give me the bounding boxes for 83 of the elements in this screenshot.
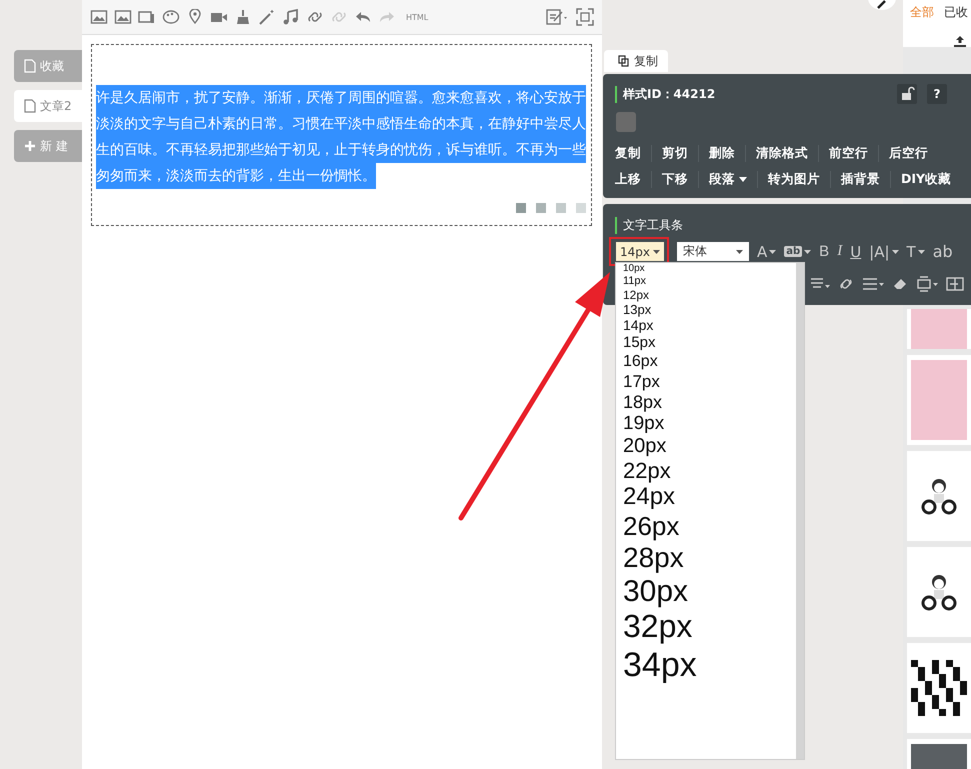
font-size-option[interactable]: 20px bbox=[623, 435, 794, 458]
eraser-icon[interactable] bbox=[892, 276, 908, 292]
caret-icon bbox=[769, 250, 776, 254]
panel-action[interactable]: 前空行 bbox=[818, 144, 878, 162]
format-button[interactable]: I bbox=[837, 243, 842, 260]
font-size-option[interactable]: 28px bbox=[623, 542, 794, 574]
panel-title: 样式ID：44212 bbox=[615, 86, 716, 102]
music-icon[interactable] bbox=[282, 9, 300, 25]
font-size-option[interactable]: 34px bbox=[623, 646, 794, 684]
format-button[interactable]: |A| bbox=[869, 242, 899, 260]
wand-icon[interactable] bbox=[258, 9, 276, 25]
panel-action[interactable]: DIY收藏 bbox=[890, 170, 962, 188]
panel-action[interactable]: 剪切 bbox=[651, 144, 698, 162]
panel-action[interactable]: 上移 bbox=[615, 170, 651, 188]
font-size-option[interactable]: 24px bbox=[623, 484, 794, 512]
edit-icon[interactable] bbox=[546, 8, 570, 26]
caret-icon bbox=[892, 250, 899, 254]
palette-icon[interactable] bbox=[162, 9, 180, 25]
image-thumbnail[interactable] bbox=[907, 355, 971, 445]
panel-action[interactable]: 转为图片 bbox=[757, 170, 830, 188]
font-size-option[interactable]: 32px bbox=[623, 609, 794, 646]
font-size-option[interactable]: 14px bbox=[623, 318, 794, 334]
lock-icon[interactable] bbox=[897, 84, 917, 104]
color-swatch[interactable] bbox=[556, 203, 566, 213]
caret-icon bbox=[804, 250, 812, 254]
sidebar-item[interactable]: 文章2 bbox=[14, 90, 82, 122]
document-icon bbox=[24, 99, 36, 113]
pencil-icon bbox=[876, 0, 888, 10]
panel-action[interactable]: 后空行 bbox=[878, 144, 938, 162]
font-size-option[interactable]: 30px bbox=[623, 574, 794, 608]
panel-action[interactable]: 复制 bbox=[615, 144, 651, 162]
scrollbar[interactable] bbox=[796, 263, 804, 759]
panel-action[interactable]: 插背景 bbox=[830, 170, 890, 188]
panel-action[interactable]: 下移 bbox=[651, 170, 698, 188]
caret-icon bbox=[918, 250, 925, 254]
qr-code-thumbnail[interactable] bbox=[907, 643, 971, 733]
font-size-option[interactable]: 18px bbox=[623, 392, 794, 412]
font-size-option[interactable]: 17px bbox=[623, 372, 794, 391]
format-button[interactable]: U bbox=[850, 242, 862, 260]
font-size-option[interactable]: 26px bbox=[623, 512, 794, 542]
font-size-option[interactable]: 19px bbox=[623, 413, 794, 434]
picture-icon[interactable] bbox=[114, 9, 132, 25]
panel-action[interactable]: 删除 bbox=[698, 144, 745, 162]
image-thumbnail[interactable] bbox=[907, 309, 971, 349]
font-size-option[interactable]: 16px bbox=[623, 352, 794, 371]
copy-tab[interactable]: 复制 bbox=[604, 50, 668, 72]
color-swatch[interactable] bbox=[536, 203, 546, 213]
color-swatch[interactable] bbox=[576, 203, 586, 213]
cartoon-thumbnail[interactable] bbox=[907, 451, 971, 541]
style-swatch[interactable] bbox=[616, 112, 636, 132]
panel-action[interactable]: 段落 bbox=[698, 170, 757, 188]
font-size-option[interactable]: 11px bbox=[623, 275, 794, 288]
format-button[interactable]: B bbox=[819, 243, 830, 260]
upload-icon[interactable] bbox=[953, 35, 967, 47]
font-size-option[interactable]: 10px bbox=[623, 263, 794, 274]
fullscreen-icon[interactable] bbox=[576, 8, 594, 26]
caret-icon bbox=[653, 250, 660, 254]
panel-title: 文字工具条 bbox=[615, 217, 683, 234]
font-size-option[interactable]: 22px bbox=[623, 458, 794, 484]
help-button[interactable]: ? bbox=[927, 84, 947, 104]
library-tab[interactable]: 已收 bbox=[944, 4, 968, 21]
cartoon-thumbnail[interactable] bbox=[907, 547, 971, 637]
plus-icon bbox=[24, 140, 36, 152]
image-icon[interactable] bbox=[90, 9, 108, 25]
brush-icon[interactable] bbox=[234, 9, 252, 25]
format-button[interactable]: T bbox=[906, 242, 925, 260]
caret-icon bbox=[739, 176, 747, 182]
format-button[interactable]: A bbox=[757, 242, 776, 260]
font-size-option[interactable]: 15px bbox=[623, 335, 794, 352]
copy-icon bbox=[616, 55, 630, 67]
caret-icon bbox=[736, 250, 743, 254]
color-swatch[interactable] bbox=[516, 203, 526, 213]
font-size-option[interactable]: 12px bbox=[623, 288, 794, 302]
list-icon[interactable] bbox=[862, 276, 884, 292]
window-icon[interactable] bbox=[138, 9, 156, 25]
font-family-select[interactable]: 宋体 bbox=[677, 242, 749, 261]
insert-icon[interactable] bbox=[946, 276, 964, 292]
panel-action[interactable]: 清除格式 bbox=[745, 144, 818, 162]
block-icon[interactable] bbox=[916, 276, 938, 292]
format-button[interactable]: ab bbox=[932, 242, 953, 261]
document-icon bbox=[24, 59, 36, 73]
font-size-select[interactable]: 14px bbox=[616, 242, 664, 261]
font-size-option[interactable]: 13px bbox=[623, 302, 794, 318]
